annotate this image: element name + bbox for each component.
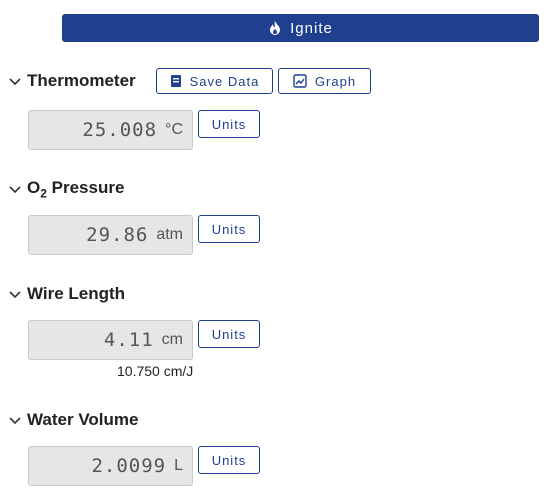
o2-pressure-header[interactable]: O2 Pressure — [8, 177, 124, 201]
wire-length-value: 4.11 — [103, 329, 154, 351]
wire-length-readout: 4.11 cm — [28, 320, 193, 360]
chevron-down-icon[interactable] — [8, 287, 22, 301]
save-data-button[interactable]: Save Data — [156, 68, 273, 94]
units-label: Units — [211, 116, 247, 132]
flame-icon — [268, 20, 282, 36]
o2-pressure-unit: atm — [156, 226, 183, 243]
wire-length-header[interactable]: Wire Length — [8, 282, 125, 306]
thermometer-unit: °C — [165, 121, 183, 138]
graph-button[interactable]: Graph — [278, 68, 371, 94]
chevron-down-icon[interactable] — [8, 413, 22, 427]
thermometer-readout: 25.008 °C — [28, 110, 193, 150]
water-volume-value: 2.0099 — [91, 455, 167, 477]
units-label: Units — [211, 221, 247, 237]
thermometer-units-button[interactable]: Units — [198, 110, 260, 138]
water-volume-title: Water Volume — [27, 410, 139, 429]
o2-pressure-title: O2 Pressure — [27, 177, 125, 201]
o2-pressure-units-button[interactable]: Units — [198, 215, 260, 243]
thermometer-title: Thermometer — [27, 71, 136, 90]
graph-label: Graph — [314, 73, 357, 89]
units-label: Units — [211, 326, 247, 342]
thermometer-header[interactable]: Thermometer — [8, 69, 136, 93]
ignite-label: Ignite — [290, 19, 333, 37]
thermometer-value: 25.008 — [82, 119, 158, 141]
graph-icon — [293, 74, 307, 88]
water-volume-units-button[interactable]: Units — [198, 446, 260, 474]
save-data-label: Save Data — [189, 73, 260, 89]
o2-pressure-readout: 29.86 atm — [28, 215, 193, 255]
units-label: Units — [211, 452, 247, 468]
notebook-icon — [170, 75, 181, 87]
water-volume-header[interactable]: Water Volume — [8, 408, 138, 432]
wire-length-units-button[interactable]: Units — [198, 320, 260, 348]
o2-pressure-value: 29.86 — [86, 224, 149, 246]
wire-length-unit: cm — [161, 331, 183, 348]
wire-length-title: Wire Length — [27, 284, 126, 303]
chevron-down-icon[interactable] — [8, 182, 22, 196]
water-volume-readout: 2.0099 L — [28, 446, 193, 486]
water-volume-unit: L — [174, 457, 183, 474]
chevron-down-icon[interactable] — [8, 74, 22, 88]
ignite-button[interactable]: Ignite — [62, 14, 539, 42]
wire-energy-note: 10.750 cm/J — [117, 363, 194, 379]
